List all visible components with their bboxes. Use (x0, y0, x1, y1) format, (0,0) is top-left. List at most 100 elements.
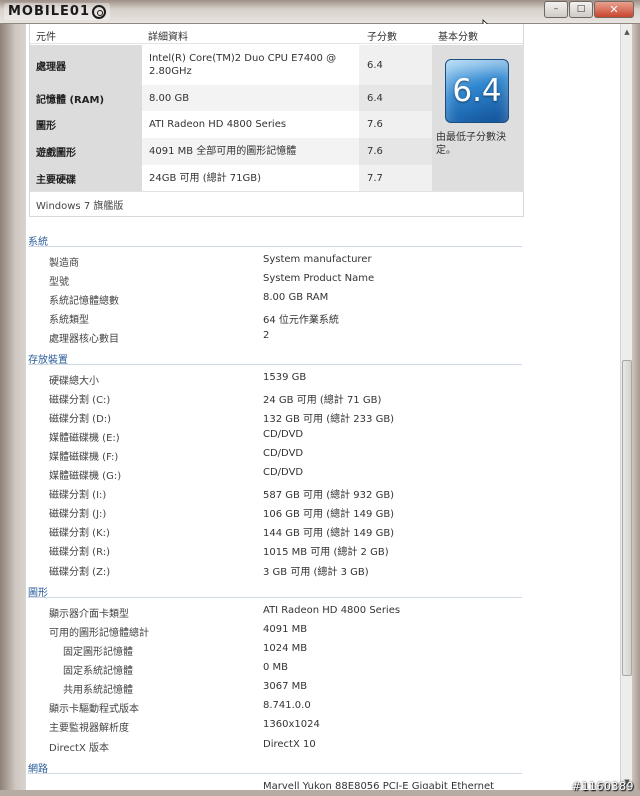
section-heading-system: 系統 (28, 233, 522, 248)
info-row: 顯示卡驅動程式版本 8.741.0.0 (26, 700, 586, 715)
info-value: 3 GB 可用 (總計 3 GB) (263, 567, 369, 578)
info-row: 製造商 System manufacturer (26, 254, 586, 269)
info-key: 型號 (49, 277, 69, 288)
rating-details: 4091 MB 全部可用的圖形記憶體 (142, 138, 359, 165)
info-key: 磁碟分割 (J:) (49, 509, 107, 520)
windows-edition: Windows 7 旗艦版 (30, 191, 523, 216)
info-key: 媒體磁碟機 (G:) (49, 471, 122, 482)
info-row: 固定系統記憶體 0 MB (26, 662, 586, 677)
info-key: 磁碟分割 (C:) (49, 395, 111, 406)
scrollbar-thumb[interactable] (622, 360, 632, 676)
info-row: 型號 System Product Name (26, 273, 586, 288)
swirl-icon (92, 4, 106, 19)
maximize-button[interactable]: □ (569, 1, 593, 18)
info-row: 磁碟分割 (C:) 24 GB 可用 (總計 71 GB) (26, 391, 586, 406)
rating-component: 記憶體 (RAM) (30, 85, 142, 111)
info-value: 0 MB (263, 662, 289, 673)
info-row: 磁碟分割 (D:) 132 GB 可用 (總計 233 GB) (26, 410, 586, 425)
info-row: 媒體磁碟機 (G:) CD/DVD (26, 467, 586, 482)
info-row: 媒體磁碟機 (E:) CD/DVD (26, 429, 586, 444)
info-value: 106 GB 可用 (總計 149 GB) (263, 509, 395, 520)
scroll-up-arrow-icon[interactable]: ▲ (621, 24, 633, 40)
rating-details: Intel(R) Core(TM)2 Duo CPU E7400 @ 2.80G… (142, 45, 359, 85)
info-key: 磁碟分割 (D:) (49, 414, 112, 425)
info-value: 1015 MB 可用 (總計 2 GB) (263, 547, 389, 558)
info-key: 磁碟分割 (K:) (49, 528, 110, 539)
rating-row: 遊戲圖形 4091 MB 全部可用的圖形記憶體 7.6 (30, 138, 432, 165)
info-key: 系統類型 (49, 315, 89, 326)
info-row: DirectX 版本 DirectX 10 (26, 739, 586, 754)
info-row: 顯示器介面卡類型 ATI Radeon HD 4800 Series (26, 605, 586, 620)
info-value: 8.741.0.0 (263, 700, 311, 711)
info-value: 144 GB 可用 (總計 149 GB) (263, 528, 395, 539)
rating-details: 8.00 GB (142, 85, 359, 111)
info-row: 可用的圖形記憶體總計 4091 MB (26, 624, 586, 639)
info-key: 共用系統記憶體 (63, 685, 133, 696)
rating-row: 記憶體 (RAM) 8.00 GB 6.4 (30, 85, 432, 111)
info-row: 共用系統記憶體 3067 MB (26, 681, 586, 696)
info-row: 處理器核心數目 2 (26, 330, 586, 345)
info-key: 處理器核心數目 (49, 334, 119, 345)
header-component: 元件 (36, 32, 56, 43)
info-key: 固定系統記憶體 (63, 666, 133, 677)
info-value: 587 GB 可用 (總計 932 GB) (263, 490, 395, 501)
base-score-panel: 6.4 由最低子分數決定。 (432, 45, 524, 191)
info-key: 系統記憶體總數 (49, 296, 119, 307)
info-value: ATI Radeon HD 4800 Series (263, 605, 401, 616)
info-value: 1024 MB (263, 643, 308, 654)
info-key: 顯示卡驅動程式版本 (49, 704, 139, 715)
network-adapter-value: Marvell Yukon 88E8056 PCI-E Gigabit Ethe… (263, 779, 563, 789)
rating-row: 主要硬碟 24GB 可用 (總計 71GB) 7.7 (30, 165, 432, 191)
site-logo: MOBILE01 (4, 3, 110, 20)
info-row: 固定圖形記憶體 1024 MB (26, 643, 586, 658)
rating-subscore: 6.4 (359, 85, 432, 111)
info-key: 媒體磁碟機 (E:) (49, 433, 120, 444)
info-value: 2 (263, 330, 270, 341)
info-row: 磁碟分割 (R:) 1015 MB 可用 (總計 2 GB) (26, 543, 586, 558)
rating-component: 遊戲圖形 (30, 138, 142, 165)
section-heading-storage: 存放裝置 (28, 351, 522, 366)
rating-component: 圖形 (30, 111, 142, 138)
window-controls: – □ ✕ (544, 1, 634, 18)
rating-component: 主要硬碟 (30, 165, 142, 191)
info-value: 1360x1024 (263, 719, 320, 730)
info-key: 磁碟分割 (I:) (49, 490, 107, 501)
rating-details: ATI Radeon HD 4800 Series (142, 111, 359, 138)
window-bottom-border (0, 790, 640, 796)
rating-table-header: 元件 詳細資料 子分數 基本分數 (30, 24, 523, 44)
header-subscore: 子分數 (367, 32, 397, 43)
system-info-pane: 元件 詳細資料 子分數 基本分數 處理器 Intel(R) Core(TM)2 … (26, 24, 620, 790)
info-value: 132 GB 可用 (總計 233 GB) (263, 414, 395, 425)
info-key: 製造商 (49, 258, 79, 269)
info-value: DirectX 10 (263, 739, 316, 750)
rating-subscore: 7.6 (359, 111, 432, 138)
info-key: 磁碟分割 (Z:) (49, 567, 111, 578)
image-watermark: #1160389 (571, 780, 634, 793)
rating-details: 24GB 可用 (總計 71GB) (142, 165, 359, 191)
info-value: 4091 MB (263, 624, 308, 635)
info-key: 顯示器介面卡類型 (49, 609, 129, 620)
info-key: 硬碟總大小 (49, 376, 99, 387)
info-row: 磁碟分割 (J:) 106 GB 可用 (總計 149 GB) (26, 505, 586, 520)
rating-component: 處理器 (30, 45, 142, 85)
window-right-border (632, 24, 640, 796)
info-row: 媒體磁碟機 (F:) CD/DVD (26, 448, 586, 463)
info-value: System Product Name (263, 273, 375, 284)
info-key: 媒體磁碟機 (F:) (49, 452, 119, 463)
info-row: 硬碟總大小 1539 GB (26, 372, 586, 387)
minimize-button[interactable]: – (544, 1, 568, 18)
window-left-border (0, 24, 26, 796)
rating-subscore: 7.7 (359, 165, 432, 191)
close-button[interactable]: ✕ (594, 1, 634, 18)
info-key: DirectX 版本 (49, 743, 109, 754)
base-score-note: 由最低子分數決定。 (436, 132, 506, 156)
info-value: CD/DVD (263, 467, 304, 478)
site-logo-text: MOBILE01 (8, 4, 90, 19)
base-score-badge: 6.4 (445, 59, 509, 123)
rating-subscore: 7.6 (359, 138, 432, 165)
header-base-score: 基本分數 (438, 32, 478, 43)
info-value: 24 GB 可用 (總計 71 GB) (263, 395, 382, 406)
vertical-scrollbar[interactable]: ▲ ▼ (620, 24, 632, 790)
rating-row: 處理器 Intel(R) Core(TM)2 Duo CPU E7400 @ 2… (30, 45, 432, 85)
info-row: 系統類型 64 位元作業系統 (26, 311, 586, 326)
